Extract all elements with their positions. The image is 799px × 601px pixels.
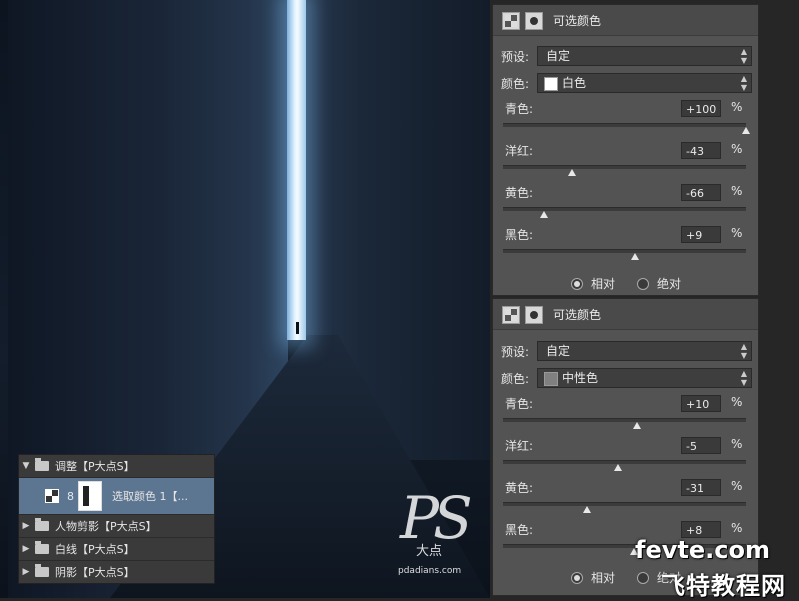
cyan-label: 青色: [505, 397, 534, 411]
chain-link-icon[interactable]: 8 [67, 490, 74, 503]
cyan-value[interactable]: +10 [681, 395, 721, 412]
expand-arrow-icon[interactable]: ▼ [19, 461, 33, 471]
adjustment-layer-icon[interactable] [502, 12, 520, 30]
layer-group-adjust[interactable]: ▼ 调整【P大点S】 [19, 455, 214, 478]
updown-arrows-icon: ▲ ▼ [740, 47, 747, 65]
black-slider[interactable] [503, 249, 746, 260]
preset-dropdown[interactable]: 自定 ▲ ▼ [537, 341, 752, 361]
percent-sign: % [731, 437, 743, 451]
magenta-label: 洋红: [505, 439, 534, 453]
magenta-value[interactable]: -5 [681, 437, 721, 454]
adjustment-layer-icon[interactable] [45, 489, 59, 503]
layer-group-shadow[interactable]: ▶ 阴影【P大点S】 [19, 561, 214, 583]
layer-name: 选取颜色 1【... [112, 490, 188, 503]
slider-thumb[interactable] [568, 169, 577, 176]
yellow-value[interactable]: -31 [681, 479, 721, 496]
yellow-label: 黄色: [505, 481, 534, 495]
percent-sign: % [731, 479, 743, 493]
relative-radio[interactable] [571, 571, 583, 584]
cyan-value[interactable]: +100 [681, 100, 721, 117]
cyan-label: 青色: [505, 102, 534, 116]
relative-radio[interactable] [571, 277, 583, 290]
slider-thumb[interactable] [540, 211, 549, 218]
absolute-radio[interactable] [637, 277, 650, 290]
slider-thumb[interactable] [742, 127, 750, 134]
magenta-label: 洋红: [505, 144, 534, 158]
preset-value: 自定 [546, 49, 571, 63]
updown-arrows-icon: ▲ ▼ [740, 74, 747, 92]
layer-selective-color[interactable]: 8 选取颜色 1【... [19, 478, 214, 515]
percent-sign: % [731, 395, 743, 409]
magenta-slider[interactable] [503, 165, 746, 176]
relative-label: 相对 [591, 277, 616, 291]
magenta-slider[interactable] [503, 460, 746, 471]
cyan-slider[interactable] [503, 123, 750, 134]
layer-name: 阴影【P大点S】 [55, 566, 135, 579]
color-dropdown[interactable]: 中性色 ▲ ▼ [537, 368, 752, 388]
panel-title: 可选颜色 [553, 14, 602, 28]
site-domain: fevte.com [635, 536, 770, 564]
layers-panel: ▼ 调整【P大点S】 8 选取颜色 1【... ▶ 人物剪影【P大点S】 ▶ 白… [18, 454, 215, 584]
yellow-slider[interactable] [503, 207, 746, 218]
color-value: 中性色 [562, 371, 599, 385]
percent-sign: % [731, 226, 743, 240]
panel-title: 可选颜色 [553, 308, 602, 322]
preset-label: 预设: [501, 50, 530, 64]
black-label: 黑色: [505, 228, 534, 242]
slider-thumb[interactable] [582, 506, 591, 513]
layer-name: 白线【P大点S】 [55, 543, 135, 556]
magenta-value[interactable]: -43 [681, 142, 721, 159]
expand-arrow-icon[interactable]: ▶ [19, 544, 33, 554]
light-slit [287, 0, 306, 340]
yellow-label: 黄色: [505, 186, 534, 200]
color-label: 颜色: [501, 77, 530, 91]
folder-icon [35, 518, 49, 531]
layer-mask-thumbnail[interactable] [78, 481, 102, 511]
silhouette-figure [296, 322, 299, 334]
yellow-slider[interactable] [503, 502, 746, 513]
percent-sign: % [731, 100, 743, 114]
yellow-value[interactable]: -66 [681, 184, 721, 201]
layer-name: 人物剪影【P大点S】 [55, 520, 157, 533]
fevte-watermark: fevte.com 飞特教程网 [633, 536, 799, 600]
mode-radios: 相对 绝对 [571, 275, 703, 292]
relative-label: 相对 [591, 571, 616, 585]
color-value: 白色 [562, 76, 587, 90]
mask-icon[interactable] [525, 306, 543, 324]
panel-header: 可选颜色 [493, 299, 758, 330]
layer-group-whiteline[interactable]: ▶ 白线【P大点S】 [19, 538, 214, 561]
slider-thumb[interactable] [631, 253, 640, 260]
slider-thumb[interactable] [614, 464, 623, 471]
color-label: 颜色: [501, 372, 530, 386]
folder-icon [35, 458, 49, 471]
document-canvas[interactable]: PS 大点 pdadians.com ▼ 调整【P大点S】 8 选取颜色 1【.… [0, 0, 490, 598]
absolute-label: 绝对 [657, 277, 682, 291]
preset-dropdown[interactable]: 自定 ▲ ▼ [537, 46, 752, 66]
expand-arrow-icon[interactable]: ▶ [19, 521, 33, 531]
updown-arrows-icon: ▲ ▼ [740, 342, 747, 360]
black-label: 黑色: [505, 523, 534, 537]
folder-icon [35, 541, 49, 554]
percent-sign: % [731, 142, 743, 156]
updown-arrows-icon: ▲ ▼ [740, 369, 747, 387]
percent-sign: % [731, 521, 743, 535]
color-dropdown[interactable]: 白色 ▲ ▼ [537, 73, 752, 93]
layer-name: 调整【P大点S】 [55, 460, 135, 473]
slider-thumb[interactable] [632, 422, 641, 429]
preset-label: 预设: [501, 345, 530, 359]
mask-icon[interactable] [525, 12, 543, 30]
properties-panel-white: 可选颜色 预设: 自定 ▲ ▼ 颜色: 白色 ▲ ▼ 青色: +100 % 洋红: … [492, 4, 759, 296]
cyan-slider[interactable] [503, 418, 746, 429]
preset-value: 自定 [546, 344, 571, 358]
layer-group-figure[interactable]: ▶ 人物剪影【P大点S】 [19, 515, 214, 538]
expand-arrow-icon[interactable]: ▶ [19, 567, 33, 577]
percent-sign: % [731, 184, 743, 198]
color-swatch [544, 372, 558, 386]
color-swatch [544, 77, 558, 91]
black-value[interactable]: +9 [681, 226, 721, 243]
adjustment-layer-icon[interactable] [502, 306, 520, 324]
site-name: 飞特教程网 [661, 572, 786, 600]
folder-icon [35, 564, 49, 577]
panel-header: 可选颜色 [493, 5, 758, 36]
